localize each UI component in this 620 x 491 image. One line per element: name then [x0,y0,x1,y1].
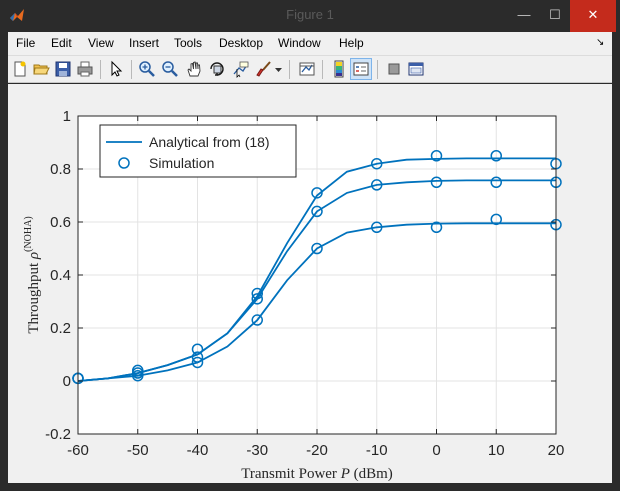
maximize-button[interactable]: ☐ [540,0,570,32]
x-tick-label: -10 [366,442,388,459]
menu-tools[interactable]: Tools [174,36,202,50]
menu-view[interactable]: View [88,36,114,50]
figure-toolbar [8,55,612,83]
print-icon[interactable] [76,60,94,78]
zoom-out-icon[interactable] [161,60,179,78]
brush-icon[interactable] [255,60,273,78]
x-tick-label: -40 [187,442,209,459]
y-tick-label: 0.8 [50,161,71,178]
y-tick-label: 0.4 [50,267,71,284]
dock-arrow-icon[interactable]: ↘ [596,37,604,48]
y-axis-label: Throughput ρ(NOHA) [23,216,42,333]
open-file-icon[interactable] [32,60,50,78]
y-tick-label: 0 [63,373,71,390]
y-tick-label: 1 [63,108,71,125]
show-plot-tools-icon[interactable] [407,60,425,78]
x-tick-label: -30 [246,442,268,459]
save-icon[interactable] [54,60,72,78]
legend-entry-simulation: Simulation [149,155,214,171]
pointer-icon[interactable] [107,60,125,78]
y-tick-label: 0.2 [50,320,71,337]
throughput-chart[interactable]: -60 -50 -40 -30 -20 -10 0 10 20 -0.2 0 0.2 0.4 0.6 0.… [8,84,612,483]
y-tick-label: 0.6 [50,214,71,231]
legend-entry-analytical: Analytical from (18) [149,134,270,150]
legend[interactable]: Analytical from (18) Simulation [99,124,297,178]
x-tick-label: -50 [127,442,149,459]
colorbar-icon[interactable] [330,60,348,78]
menu-edit[interactable]: Edit [51,36,72,50]
minimize-button[interactable]: — [508,0,540,32]
menu-window[interactable]: Window [278,36,321,50]
data-cursor-icon[interactable] [232,60,250,78]
toolbar-separator [322,60,323,79]
menu-bar: File Edit View Insert Tools Desktop Wind… [8,32,612,55]
close-button[interactable]: ✕ [570,0,616,32]
menu-insert[interactable]: Insert [129,36,159,50]
x-tick-label: 10 [488,442,505,459]
rotate-3d-icon[interactable] [208,60,226,78]
link-plot-icon[interactable] [298,60,316,78]
menu-help[interactable]: Help [339,36,364,50]
x-tick-label: 20 [548,442,565,459]
x-tick-label: -60 [67,442,89,459]
y-tick-label: -0.2 [45,426,71,443]
toolbar-separator [289,60,290,79]
figure-window: Figure 1 — ☐ ✕ File Edit View Insert Too… [0,0,620,491]
hide-plot-tools-icon[interactable] [385,60,403,78]
zoom-in-icon[interactable] [138,60,156,78]
x-tick-label: 0 [432,442,440,459]
toolbar-separator [377,60,378,79]
toolbar-separator [100,60,101,79]
brush-dropdown-icon[interactable] [274,60,283,78]
legend-icon [353,62,369,76]
figure-canvas[interactable]: -60 -50 -40 -30 -20 -10 0 10 20 -0.2 0 0.2 0.4 0.6 0.… [8,84,612,483]
menu-file[interactable]: File [16,36,35,50]
x-tick-label: -20 [306,442,328,459]
legend-button[interactable] [350,58,372,80]
title-bar[interactable]: Figure 1 — ☐ ✕ [0,0,620,32]
pan-hand-icon[interactable] [185,60,203,78]
toolbar-separator [131,60,132,79]
menu-desktop[interactable]: Desktop [219,36,263,50]
new-figure-icon[interactable] [11,60,29,78]
x-axis-label: Transmit Power P (dBm) [241,466,393,482]
